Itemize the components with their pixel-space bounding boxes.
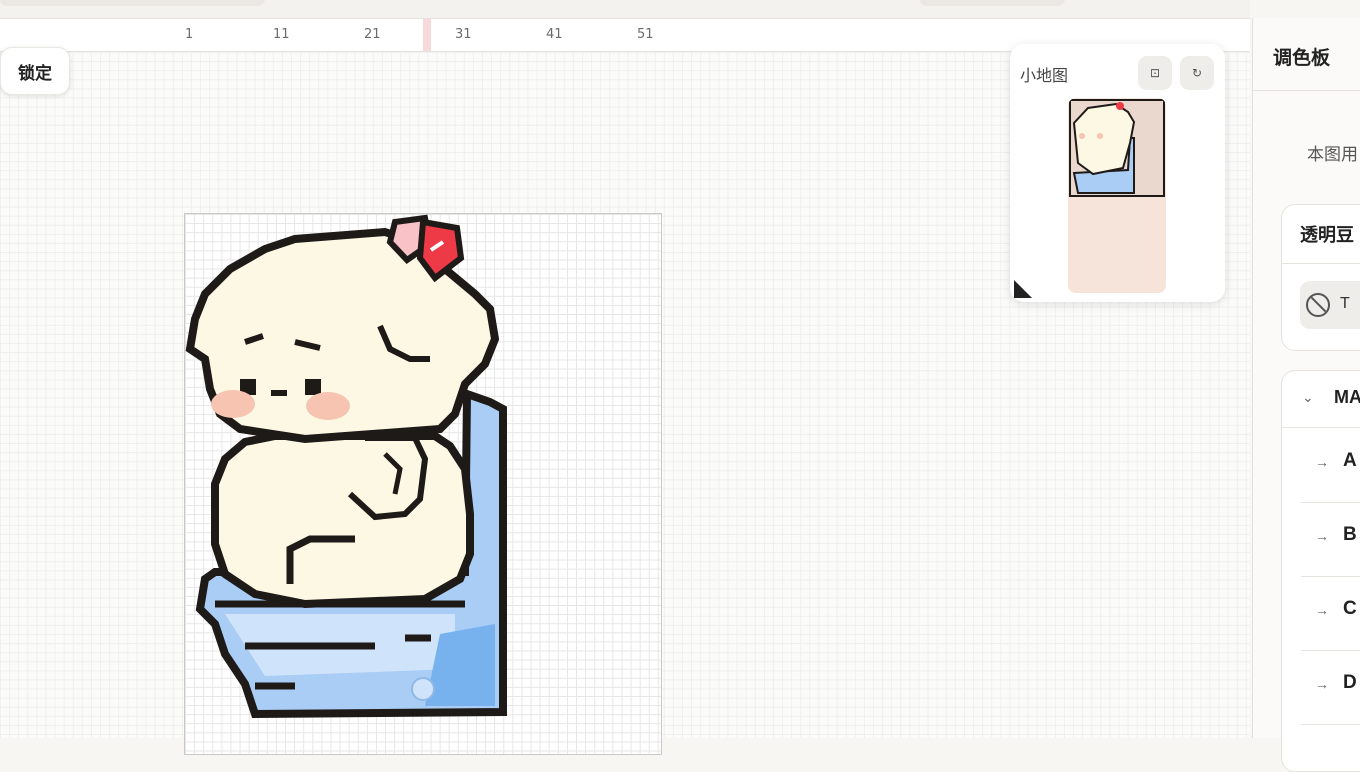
refresh-button[interactable]: ↻ (1180, 56, 1214, 90)
arrow-right-icon: → (1315, 602, 1329, 618)
minimap-resize-handle[interactable] (1014, 280, 1032, 298)
color-group-title[interactable]: MA (1334, 387, 1360, 408)
bunny-mouth (271, 390, 287, 396)
palette-sidebar: 调色板 本图用 透明豆 T ⌄ MA → A → B → C → D (1252, 18, 1360, 772)
bead-pattern-board[interactable] (184, 213, 662, 755)
divider (1282, 427, 1360, 428)
arrow-right-icon: → (1315, 676, 1329, 692)
ruler-tick: 51 (637, 27, 654, 42)
palette-row-label: A (1343, 450, 1357, 471)
minimap-thumbnail (1069, 99, 1165, 197)
palette-row-label: B (1343, 524, 1357, 545)
arrow-right-icon: → (1315, 454, 1329, 470)
minimap-title: 小地图 (1020, 68, 1069, 85)
ruler-tick: 21 (364, 27, 381, 42)
lock-button[interactable]: 锁定 (0, 47, 70, 95)
palette-row-label: D (1343, 672, 1357, 693)
ruler-tick: 41 (546, 27, 563, 42)
ruler-tick: 11 (273, 27, 290, 42)
ruler-position-marker (423, 19, 431, 51)
pixel-art-illustration (185, 214, 507, 719)
ruler-tick: 31 (455, 27, 472, 42)
palette-title: 调色板 (1273, 48, 1331, 69)
ruler-tick: 1 (185, 27, 194, 42)
arrow-right-icon: → (1315, 528, 1329, 544)
divider (1253, 90, 1360, 91)
divider (1282, 263, 1360, 264)
palette-row-label: C (1343, 598, 1357, 619)
palette-subtitle: 本图用 (1307, 145, 1358, 164)
no-color-icon (1306, 293, 1330, 317)
palette-row-b[interactable]: → B (1301, 504, 1360, 577)
bunny-body (211, 432, 474, 609)
toolbar-pill-left[interactable] (0, 0, 265, 6)
bunny-blush-right (306, 392, 350, 420)
transparent-chip-label: T (1340, 295, 1350, 312)
bunny-blush-left (211, 390, 255, 418)
palette-row-c[interactable]: → C (1301, 578, 1360, 651)
chevron-down-icon[interactable]: ⌄ (1302, 389, 1314, 406)
refresh-icon: ↻ (1191, 66, 1203, 80)
fit-screen-icon: ⊡ (1149, 66, 1161, 80)
transparent-chip[interactable]: T (1300, 281, 1360, 329)
bowl-bubble (411, 677, 435, 701)
transparent-bead-card: 透明豆 T (1281, 204, 1360, 351)
palette-row-d[interactable]: → D (1301, 652, 1360, 725)
minimap-panel: 小地图 ⊡ ↻ (1010, 44, 1225, 302)
top-toolbar-strip (0, 0, 1250, 19)
toolbar-pill-right[interactable] (920, 0, 1065, 6)
minimap-preview[interactable] (1068, 98, 1166, 293)
bow-right (416, 218, 465, 283)
palette-row-a[interactable]: → A (1301, 430, 1360, 503)
fit-screen-button[interactable]: ⊡ (1138, 56, 1172, 90)
transparent-section-title: 透明豆 (1300, 225, 1354, 245)
bunny-eye-right (305, 379, 321, 395)
